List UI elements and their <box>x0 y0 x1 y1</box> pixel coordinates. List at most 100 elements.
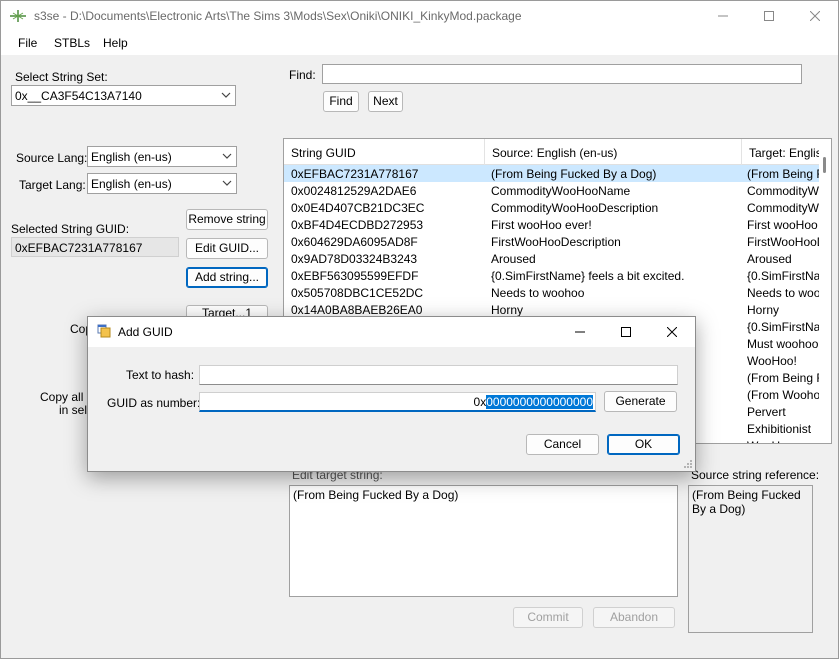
chevron-down-icon <box>222 180 232 186</box>
source-lang-dropdown[interactable]: English (en-us) <box>87 146 237 167</box>
minimize-icon <box>718 15 728 17</box>
table-row[interactable]: 0xEFBAC7231A778167 (From Being Fucked By … <box>284 165 831 182</box>
table-row[interactable]: 0x604629DA6095AD8F FirstWooHooDescription… <box>284 233 831 250</box>
generate-button[interactable]: Generate <box>604 391 677 412</box>
dialog-title-bar: Add GUID <box>88 317 695 347</box>
table-cell-target: (From Being Fu <box>747 167 827 181</box>
dialog-minimize-button[interactable] <box>557 317 603 347</box>
guid-number-label: GUID as number: <box>107 396 201 410</box>
table-cell-target: Must woohoo. <box>747 337 822 351</box>
close-icon <box>667 327 677 337</box>
table-cell-guid: 0x505708DBC1CE52DC <box>291 286 424 300</box>
table-cell-source: CommodityWooHooDescription <box>491 201 659 215</box>
table-cell-target: Needs to wooh <box>747 286 827 300</box>
source-lang-label: Source Lang: <box>16 151 88 165</box>
source-ref-textarea[interactable]: (From Being Fucked By a Dog) <box>688 485 813 633</box>
add-string-button[interactable]: Add string... <box>186 267 268 288</box>
table-row[interactable]: 0xEBF563095599EFDF {0.SimFirstName} feels… <box>284 267 831 284</box>
minimize-button[interactable] <box>700 1 746 31</box>
minimize-icon <box>575 331 585 333</box>
menu-help[interactable]: Help <box>103 36 128 50</box>
guid-number-input[interactable]: 0x0000000000000000 <box>199 392 596 412</box>
table-cell-source: FirstWooHooDescription <box>491 235 621 249</box>
ok-button[interactable]: OK <box>607 434 680 455</box>
table-cell-guid: 0xEBF563095599EFDF <box>291 269 419 283</box>
cancel-button[interactable]: Cancel <box>526 434 599 455</box>
edit-target-textarea[interactable]: (From Being Fucked By a Dog) <box>289 485 678 597</box>
table-cell-target: Horny <box>747 303 780 317</box>
string-set-dropdown[interactable]: 0x__CA3F54C13A7140 <box>11 85 236 106</box>
text-to-hash-label: Text to hash: <box>126 368 195 382</box>
dialog-close-button[interactable] <box>649 317 695 347</box>
table-cell-target: CommodityWo <box>747 184 826 198</box>
table-cell-guid: 0x0024812529A2DAE6 <box>291 184 417 198</box>
close-icon <box>810 11 820 21</box>
table-cell-target: WooHoo! <box>747 354 797 368</box>
selected-guid-label: Selected String GUID: <box>11 222 130 236</box>
guid-digits: 0000000000000000 <box>486 395 593 409</box>
table-cell-source: Aroused <box>491 252 536 266</box>
table-cell-source: Horny <box>491 303 524 317</box>
table-cell-target: First wooHoo e <box>747 218 827 232</box>
table-row[interactable]: 0xBF4D4ECDBD272953 First wooHoo ever! Firs… <box>284 216 831 233</box>
target-lang-label: Target Lang: <box>19 178 86 192</box>
find-input[interactable] <box>322 64 802 84</box>
table-scrollbar[interactable] <box>819 139 831 443</box>
table-cell-guid: 0x604629DA6095AD8F <box>291 235 418 249</box>
menu-bar: File STBLs Help <box>1 31 838 55</box>
next-button[interactable]: Next <box>368 91 403 112</box>
table-cell-guid: 0x0E4D407CB21DC3EC <box>291 201 425 215</box>
guid-prefix: 0x <box>473 395 487 409</box>
scrollbar-thumb[interactable] <box>823 157 826 173</box>
dialog-title: Add GUID <box>118 325 173 339</box>
table-header: String GUID Source: English (en-us) Targ… <box>284 139 831 165</box>
table-cell-target: WooHoo <box>747 439 827 443</box>
text-to-hash-input[interactable] <box>199 365 678 385</box>
table-cell-source: CommodityWooHooName <box>491 184 631 198</box>
window-app-icon <box>97 324 111 338</box>
app-icon <box>10 10 26 22</box>
table-row[interactable]: 0x9AD78D03324B3243 Aroused Aroused <box>284 250 831 267</box>
menu-file[interactable]: File <box>18 36 37 50</box>
remove-string-button[interactable]: Remove string <box>186 209 268 230</box>
table-row[interactable]: 0x0E4D407CB21DC3EC CommodityWooHooDescrip… <box>284 199 831 216</box>
table-cell-guid: 0xBF4D4ECDBD272953 <box>291 218 424 232</box>
edit-guid-button[interactable]: Edit GUID... <box>186 238 268 259</box>
selected-guid-field[interactable]: 0xEFBAC7231A778167 <box>11 237 179 257</box>
source-ref-label: Source string reference: <box>691 468 820 482</box>
table-row[interactable]: 0x505708DBC1CE52DC Needs to woohoo Needs t… <box>284 284 831 301</box>
guid-number-value: 0x0000000000000000 <box>474 395 593 409</box>
menu-stbls[interactable]: STBLs <box>54 36 90 50</box>
maximize-icon <box>764 11 774 21</box>
column-header-guid[interactable]: String GUID <box>284 139 485 165</box>
table-cell-target: (From Woohoo <box>747 388 827 402</box>
table-cell-source: {0.SimFirstName} feels a bit excited. <box>491 269 685 283</box>
source-lang-value: English (en-us) <box>91 150 172 164</box>
table-cell-target: Pervert <box>747 405 786 419</box>
commit-button[interactable]: Commit <box>513 607 583 628</box>
abandon-button[interactable]: Abandon <box>593 607 675 628</box>
target-lang-dropdown[interactable]: English (en-us) <box>87 173 237 194</box>
title-bar: s3se - D:\Documents\Electronic Arts\The … <box>1 1 838 31</box>
table-cell-target: {0.SimFirstNam <box>747 320 827 334</box>
chevron-down-icon <box>222 153 232 159</box>
find-button[interactable]: Find <box>323 91 359 112</box>
maximize-button[interactable] <box>746 1 792 31</box>
resize-grip-icon[interactable] <box>683 459 693 469</box>
column-header-source[interactable]: Source: English (en-us) <box>485 139 742 165</box>
table-cell-target: CommodityWo <box>747 201 826 215</box>
target-lang-value: English (en-us) <box>91 177 172 191</box>
table-cell-target: Aroused <box>747 252 792 266</box>
string-set-value: 0x__CA3F54C13A7140 <box>15 89 142 103</box>
table-cell-guid: 0xEFBAC7231A778167 <box>291 167 419 181</box>
table-cell-target: (From Being Fu <box>747 371 827 385</box>
close-button[interactable] <box>792 1 838 31</box>
table-cell-target: {0.SimFirstNam <box>747 269 827 283</box>
table-cell-guid: 0x14A0BA8BAEB26EA0 <box>291 303 423 317</box>
table-cell-target: FirstWooHooD <box>747 235 826 249</box>
table-cell-source: Needs to woohoo <box>491 286 585 300</box>
table-cell-guid: 0x9AD78D03324B3243 <box>291 252 418 266</box>
add-guid-dialog: Add GUID Text to hash: GUID as number: 0… <box>87 316 696 472</box>
table-row[interactable]: 0x0024812529A2DAE6 CommodityWooHooName Com… <box>284 182 831 199</box>
dialog-maximize-button[interactable] <box>603 317 649 347</box>
